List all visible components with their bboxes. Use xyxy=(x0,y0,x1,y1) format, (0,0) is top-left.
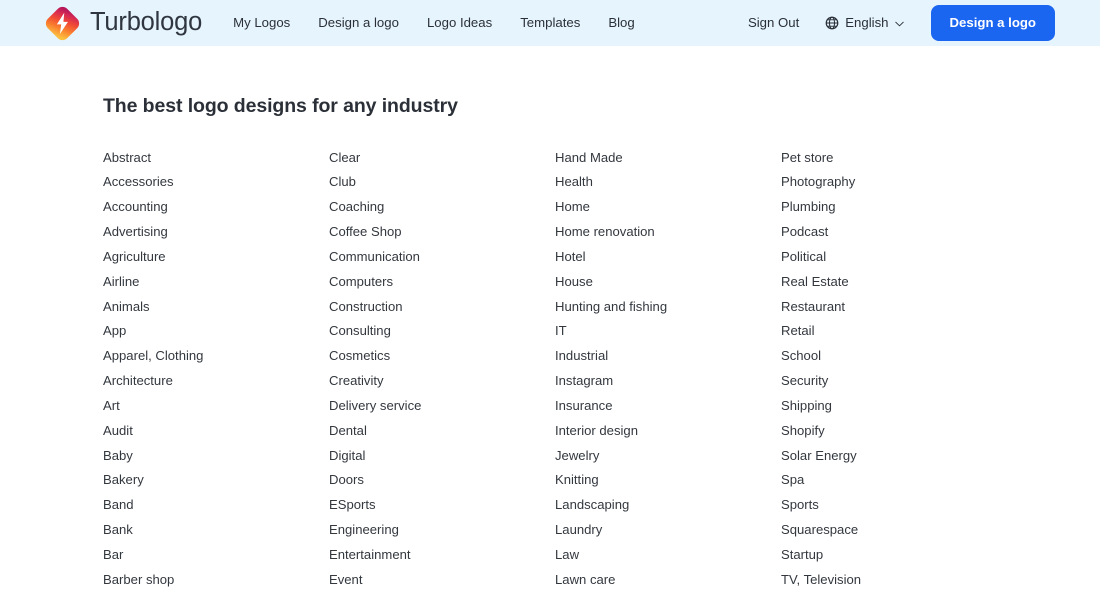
category-link[interactable]: Laundry xyxy=(555,518,781,543)
category-link[interactable]: Dental xyxy=(329,419,555,444)
category-link[interactable]: Barber shop xyxy=(103,568,329,591)
category-link[interactable]: Architecture xyxy=(103,369,329,394)
category-link[interactable]: Lawn care xyxy=(555,568,781,591)
category-link[interactable]: ESports xyxy=(329,493,555,518)
category-link[interactable]: Spa xyxy=(781,468,1007,493)
category-link[interactable]: Retail xyxy=(781,319,1007,344)
category-link[interactable]: Restaurant xyxy=(781,295,1007,320)
category-link[interactable]: Podcast xyxy=(781,220,1007,245)
category-link[interactable]: Political xyxy=(781,245,1007,270)
category-link[interactable]: Hotel xyxy=(555,245,781,270)
sign-out-link[interactable]: Sign Out xyxy=(748,16,799,29)
nav-item-templates[interactable]: Templates xyxy=(520,10,580,35)
brand-name: Turbologo xyxy=(90,8,203,37)
category-link[interactable]: Band xyxy=(103,493,329,518)
nav-item-design-a-logo[interactable]: Design a logo xyxy=(318,10,399,35)
brand-logo-link[interactable]: Turbologo xyxy=(44,5,202,42)
category-column-3: Hand Made Health Home Home renovation Hotel H… xyxy=(555,146,781,591)
category-link[interactable]: Hand Made xyxy=(555,146,781,171)
category-link[interactable]: Squarespace xyxy=(781,518,1007,543)
category-link[interactable]: Jewelry xyxy=(555,444,781,469)
category-link[interactable]: Pet store xyxy=(781,146,1007,171)
primary-nav: My Logos Design a logo Logo Ideas Templa… xyxy=(233,10,635,35)
category-column-1: Abstract Accessories Accounting Advertising… xyxy=(103,146,329,591)
category-link[interactable]: Baby xyxy=(103,444,329,469)
header-actions: Sign Out English Design a logo xyxy=(748,5,1055,41)
category-columns: Abstract Accessories Accounting Advertising… xyxy=(103,146,1060,591)
category-link[interactable]: Bank xyxy=(103,518,329,543)
category-link[interactable]: Creativity xyxy=(329,369,555,394)
category-link[interactable]: Shipping xyxy=(781,394,1007,419)
nav-item-blog[interactable]: Blog xyxy=(608,10,634,35)
category-link[interactable]: Entertainment xyxy=(329,543,555,568)
category-link[interactable]: Communication xyxy=(329,245,555,270)
category-link[interactable]: Apparel, Clothing xyxy=(103,344,329,369)
category-link[interactable]: Doors xyxy=(329,468,555,493)
category-link[interactable]: Industrial xyxy=(555,344,781,369)
category-link[interactable]: Accessories xyxy=(103,170,329,195)
category-link[interactable]: Digital xyxy=(329,444,555,469)
turbologo-diamond-bolt-icon xyxy=(44,5,81,42)
category-link[interactable]: Bakery xyxy=(103,468,329,493)
category-link[interactable]: Shopify xyxy=(781,419,1007,444)
category-link[interactable]: Knitting xyxy=(555,468,781,493)
category-link[interactable]: Security xyxy=(781,369,1007,394)
page-title: The best logo designs for any industry xyxy=(103,95,458,117)
category-link[interactable]: Delivery service xyxy=(329,394,555,419)
category-link[interactable]: Accounting xyxy=(103,195,329,220)
category-link[interactable]: Abstract xyxy=(103,146,329,171)
category-link[interactable]: Coffee Shop xyxy=(329,220,555,245)
category-link[interactable]: Cosmetics xyxy=(329,344,555,369)
category-link[interactable]: IT xyxy=(555,319,781,344)
site-header: Turbologo My Logos Design a logo Logo Id… xyxy=(0,0,1100,46)
category-link[interactable]: Art xyxy=(103,394,329,419)
nav-item-logo-ideas[interactable]: Logo Ideas xyxy=(427,10,492,35)
category-link[interactable]: Agriculture xyxy=(103,245,329,270)
category-link[interactable]: Animals xyxy=(103,295,329,320)
category-link[interactable]: Computers xyxy=(329,270,555,295)
category-link[interactable]: Bar xyxy=(103,543,329,568)
chevron-down-icon xyxy=(894,20,904,27)
language-selector[interactable]: English xyxy=(825,15,904,31)
category-link[interactable]: Consulting xyxy=(329,319,555,344)
category-link[interactable]: App xyxy=(103,319,329,344)
category-link[interactable]: Coaching xyxy=(329,195,555,220)
category-link[interactable]: School xyxy=(781,344,1007,369)
category-link[interactable]: Real Estate xyxy=(781,270,1007,295)
category-link[interactable]: Clear xyxy=(329,146,555,171)
category-link[interactable]: Photography xyxy=(781,170,1007,195)
category-link[interactable]: Home xyxy=(555,195,781,220)
category-link[interactable]: Landscaping xyxy=(555,493,781,518)
category-column-4: Pet store Photography Plumbing Podcast Polit… xyxy=(781,146,1007,591)
category-link[interactable]: Advertising xyxy=(103,220,329,245)
category-link[interactable]: House xyxy=(555,270,781,295)
category-link[interactable]: Startup xyxy=(781,543,1007,568)
globe-icon xyxy=(825,16,839,30)
category-link[interactable]: Club xyxy=(329,170,555,195)
category-link[interactable]: Home renovation xyxy=(555,220,781,245)
category-column-2: Clear Club Coaching Coffee Shop Communicatio… xyxy=(329,146,555,591)
language-label: English xyxy=(845,15,889,31)
category-link[interactable]: Hunting and fishing xyxy=(555,295,781,320)
category-link[interactable]: Law xyxy=(555,543,781,568)
category-link[interactable]: Audit xyxy=(103,419,329,444)
category-link[interactable]: Interior design xyxy=(555,419,781,444)
category-link[interactable]: Engineering xyxy=(329,518,555,543)
category-link[interactable]: Instagram xyxy=(555,369,781,394)
main-content: The best logo designs for any industry A… xyxy=(0,46,1100,591)
category-link[interactable]: Event xyxy=(329,568,555,591)
category-link[interactable]: TV, Television xyxy=(781,568,1007,591)
category-link[interactable]: Insurance xyxy=(555,394,781,419)
category-link[interactable]: Health xyxy=(555,170,781,195)
category-link[interactable]: Solar Energy xyxy=(781,444,1007,469)
category-link[interactable]: Airline xyxy=(103,270,329,295)
category-link[interactable]: Construction xyxy=(329,295,555,320)
category-link[interactable]: Plumbing xyxy=(781,195,1007,220)
design-a-logo-button[interactable]: Design a logo xyxy=(930,5,1055,41)
category-link[interactable]: Sports xyxy=(781,493,1007,518)
nav-item-my-logos[interactable]: My Logos xyxy=(233,10,290,35)
